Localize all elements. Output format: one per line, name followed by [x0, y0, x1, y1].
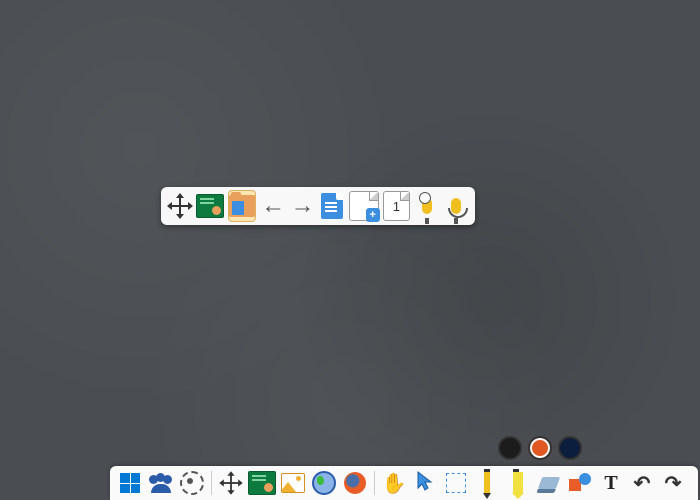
move-icon	[221, 473, 241, 493]
separator	[211, 471, 212, 495]
highlighter-tool[interactable]	[504, 469, 532, 497]
plus-badge: +	[366, 208, 380, 222]
undo-button[interactable]: ↶	[628, 469, 656, 497]
page-number-value: 1	[393, 199, 400, 214]
settings-button[interactable]	[178, 469, 206, 497]
insert-image[interactable]	[279, 469, 307, 497]
color-orange[interactable]	[528, 436, 552, 460]
previous-page[interactable]: ←	[260, 191, 285, 221]
move-icon	[169, 195, 191, 217]
next-page[interactable]: →	[290, 191, 315, 221]
pen-icon	[484, 472, 490, 494]
select-tool[interactable]	[442, 469, 470, 497]
open-document[interactable]	[228, 190, 256, 222]
pointer-icon	[416, 470, 434, 497]
marquee-icon	[446, 473, 466, 493]
shapes-icon	[569, 473, 591, 493]
web-microphone-icon	[422, 198, 432, 214]
add-page[interactable]: +	[349, 191, 379, 221]
blackboard-tool[interactable]	[196, 191, 224, 221]
pen-tool[interactable]	[473, 469, 501, 497]
pointer-tool[interactable]	[411, 469, 439, 497]
color-black[interactable]	[498, 436, 522, 460]
shapes-tool[interactable]	[566, 469, 594, 497]
text-icon: T	[604, 472, 617, 495]
color-picker	[498, 436, 582, 460]
image-icon	[281, 473, 305, 493]
browser-button[interactable]	[341, 469, 369, 497]
people-icon	[149, 473, 173, 493]
firefox-icon	[344, 472, 366, 494]
blackboard-icon	[196, 194, 224, 218]
redo-icon: ↷	[665, 471, 682, 496]
windows-icon	[120, 473, 140, 493]
microphone-icon	[451, 198, 461, 214]
highlighter-icon	[513, 472, 523, 494]
separator	[374, 471, 375, 495]
world-button[interactable]	[310, 469, 338, 497]
blackboard-icon	[248, 471, 276, 495]
start-menu[interactable]	[116, 469, 144, 497]
gear-icon	[180, 471, 204, 495]
document-view[interactable]	[319, 191, 344, 221]
document-icon	[321, 193, 343, 219]
toggle-board[interactable]	[248, 469, 276, 497]
undo-icon: ↶	[634, 471, 651, 496]
text-tool[interactable]: T	[597, 469, 625, 497]
classroom-button[interactable]	[147, 469, 175, 497]
move-handle[interactable]	[167, 191, 192, 221]
page-number-display[interactable]: 1	[383, 191, 410, 221]
globe-icon	[312, 471, 336, 495]
arrow-left-icon: ←	[261, 192, 285, 220]
hand-icon: ✋	[382, 471, 407, 496]
web-microphone[interactable]	[414, 191, 439, 221]
eraser-icon	[538, 477, 560, 489]
page-plus-icon: +	[349, 191, 379, 221]
eraser-tool[interactable]	[535, 469, 563, 497]
desktop-background: ← → + 1	[0, 0, 700, 500]
bottom-toolbar: ✋ T ↶ ↷	[110, 466, 698, 500]
microphone[interactable]	[444, 191, 469, 221]
pan-tool[interactable]: ✋	[380, 469, 408, 497]
floating-toolbar: ← → + 1	[161, 187, 475, 225]
arrow-right-icon: →	[291, 192, 315, 220]
color-navy[interactable]	[558, 436, 582, 460]
redo-button[interactable]: ↷	[659, 469, 687, 497]
folder-icon	[229, 195, 255, 217]
move-tool[interactable]	[217, 469, 245, 497]
